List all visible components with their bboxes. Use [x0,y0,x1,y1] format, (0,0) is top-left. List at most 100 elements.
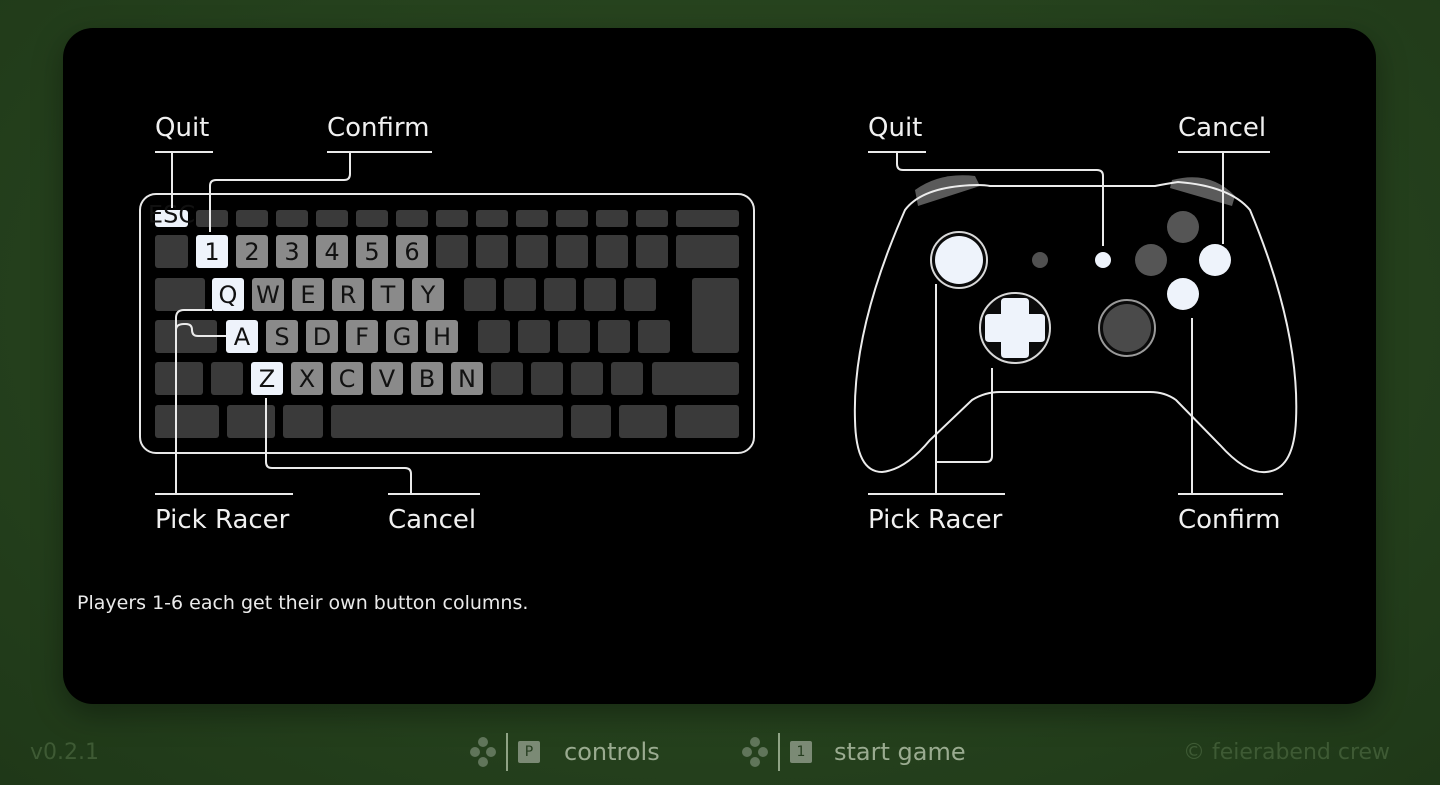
key-blank [596,235,628,268]
key-number-label: 1 [204,238,219,266]
key-number-label: 4 [324,238,339,266]
key-letter-label: B [419,365,435,393]
controls-diagram: ESC1 2 3 4 5 6Q W E R T YA S D F G HZ X C V B N Quit Confirm… [139,113,1298,535]
key-blank [544,278,576,311]
key-menu [619,405,667,438]
key-fn [596,210,628,227]
keyboard-diagram: ESC1 2 3 4 5 6Q W E R T YA S D F G HZ X C V B N Quit Confirm… [139,113,755,535]
key-number-label: 2 [244,238,259,266]
key-blank [571,362,603,395]
key-blank [584,278,616,311]
key-fn [556,210,588,227]
kb-pick-racer-label: Pick Racer [155,505,290,535]
players-note: Players 1-6 each get their own button co… [77,592,529,614]
key-blank [638,320,670,353]
key-fn [436,210,468,227]
key-blank [464,278,496,311]
key-fn [236,210,268,227]
key-blank [478,320,510,353]
key-backtick [155,235,188,268]
key-blank [531,362,563,395]
key-letter-label: C [339,365,356,393]
key-enter [692,278,739,353]
gp-confirm-label: Confirm [1178,505,1280,535]
key-fn [476,210,508,227]
key-shift-left [155,362,203,395]
key-number-label: 3 [284,238,299,266]
hint-separator [778,733,780,771]
kb-confirm-label: Confirm [327,113,429,143]
key-alt [283,405,323,438]
gp-cancel-label: Cancel [1178,113,1266,143]
gamepad-diagram: Quit Cancel Pick Racer Confirm [853,113,1298,535]
key-blank [516,235,548,268]
key-letter-label: Z [259,365,275,393]
key-letter-label: H [433,323,451,351]
key-letter-label: Q [219,281,238,309]
gp-pick-racer-label: Pick Racer [868,505,1003,535]
key-blank [504,278,536,311]
key-p-icon: P [518,741,540,763]
key-number-label: 6 [404,238,419,266]
hint-start-game[interactable]: 1 start game [740,732,966,772]
key-ctrl-right [675,405,739,438]
key-1-icon: 1 [790,741,812,763]
hint-start-label: start game [834,738,966,766]
face-button-b [1199,244,1231,276]
gamepad-dpad-icon [740,735,770,769]
left-bumper [915,175,980,206]
key-fn-wide [676,210,739,227]
key-number-label: 5 [364,238,379,266]
key-space [331,405,563,438]
hint-controls-label: controls [564,738,660,766]
key-fn [276,210,308,227]
key-blank [476,235,508,268]
key-blank [611,362,643,395]
key-letter-label: A [234,323,251,351]
gamepad-dpad-icon [468,735,498,769]
key-letter-label: V [379,365,396,393]
key-letter-label: R [340,281,357,309]
copyright-label: © feierabend crew [1183,739,1391,765]
menu-button [1095,252,1111,268]
key-altgr [571,405,611,438]
key-letter-label: G [393,323,412,351]
key-win [227,405,275,438]
key-blank [598,320,630,353]
key-letter-label: T [380,281,396,309]
key-fn [196,210,228,227]
hint-separator [506,733,508,771]
key-backspace [676,235,739,268]
view-button [1032,252,1048,268]
key-blank [556,235,588,268]
gamepad-callout-lines [868,151,1283,495]
left-stick [935,236,983,284]
key-fn [356,210,388,227]
key-blank [636,235,668,268]
key-letter-label: W [256,281,280,309]
key-fn [516,210,548,227]
version-label: v0.2.1 [30,739,99,765]
key-letter-label: D [313,323,331,351]
key-letter-label: E [300,281,315,309]
face-button-a [1167,278,1199,310]
key-ctrl [155,405,219,438]
key-letter-label: N [458,365,476,393]
gamepad-outline [853,180,1298,474]
key-fn [396,210,428,227]
key-tab [155,278,205,311]
key-letter-label: X [299,365,315,393]
key-blank [211,362,243,395]
kb-cancel-label: Cancel [388,505,476,535]
key-blank [436,235,468,268]
key-blank [558,320,590,353]
key-letter-label: F [355,323,369,351]
hint-controls[interactable]: P controls [468,732,660,772]
key-blank [624,278,656,311]
gp-quit-label: Quit [868,113,922,143]
face-button-y [1167,211,1199,243]
face-button-x [1135,244,1167,276]
right-stick [1103,304,1151,352]
key-fn [636,210,668,227]
key-blank [491,362,523,395]
